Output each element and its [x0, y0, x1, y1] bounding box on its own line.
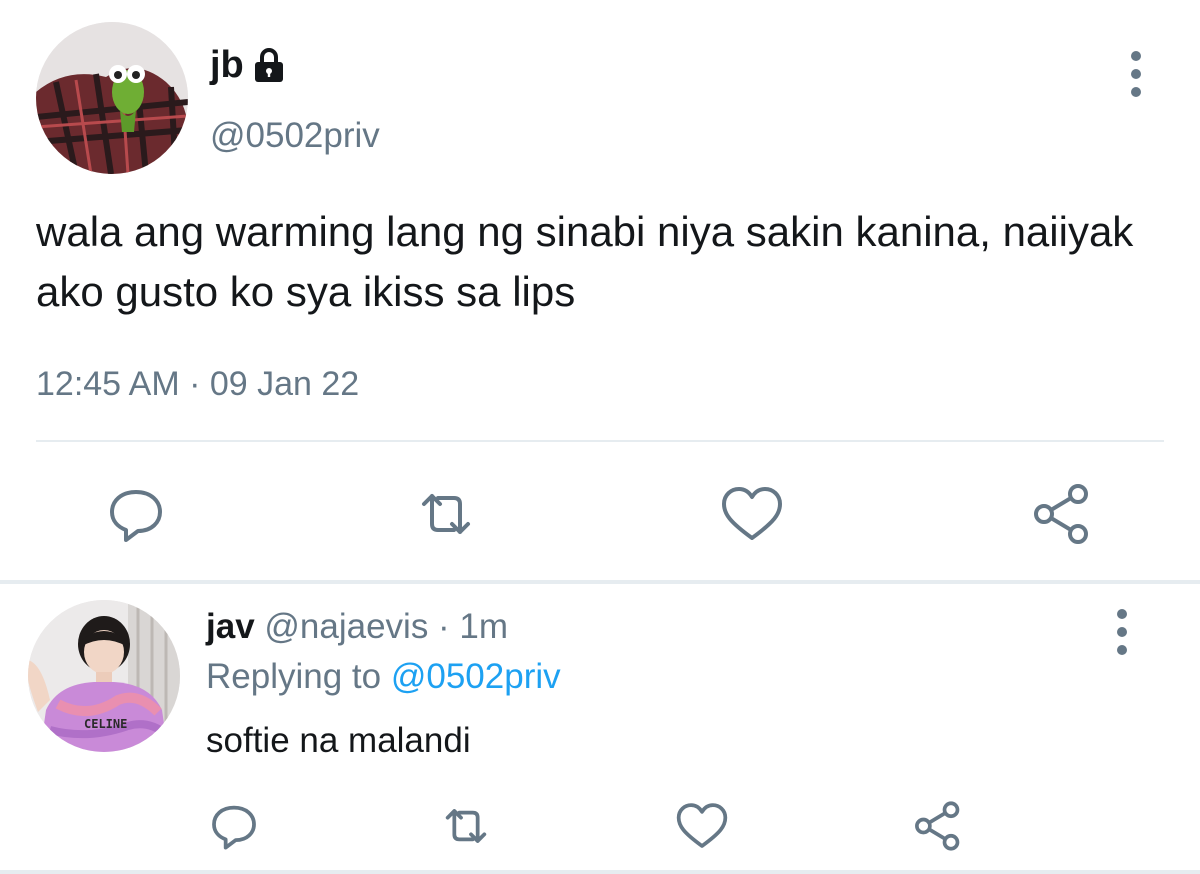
replying-to-handle[interactable]: @0502priv: [391, 657, 561, 696]
reply-reply-icon[interactable]: [206, 798, 262, 854]
divider: [36, 440, 1164, 442]
svg-text:CELINE: CELINE: [84, 717, 127, 731]
reply-more-options-icon[interactable]: [1110, 602, 1134, 662]
reply-author-meta[interactable]: @najaevis · 1m: [264, 607, 508, 646]
reply-header: jav @najaevis · 1m: [206, 602, 508, 652]
tweet-text: wala ang warming lang ng sinabi niya sak…: [36, 208, 1134, 315]
reply-share-icon[interactable]: [910, 798, 966, 854]
reply-text: softie na malandi: [206, 721, 471, 760]
lock-icon: [254, 47, 284, 83]
tweet-separator: [0, 580, 1200, 584]
more-options-icon[interactable]: [1124, 44, 1148, 104]
reply-icon[interactable]: [104, 482, 168, 546]
like-icon[interactable]: [720, 482, 784, 546]
reply-retweet-icon[interactable]: [438, 798, 494, 854]
reply-author-name[interactable]: jav: [206, 607, 255, 646]
bottom-separator: [0, 870, 1200, 874]
replying-to-line: Replying to @0502priv: [206, 652, 561, 702]
avatar-plush-frog-icon: [36, 22, 188, 174]
author-name-row: jb: [210, 40, 284, 90]
author-name[interactable]: jb: [210, 40, 244, 90]
replying-to-prefix: Replying to: [206, 657, 382, 696]
avatar-person-icon: CELINE: [28, 600, 180, 752]
reply-like-icon[interactable]: [674, 798, 730, 854]
share-icon[interactable]: [1030, 482, 1094, 546]
author-avatar[interactable]: [36, 22, 188, 174]
tweet-timestamp[interactable]: 12:45 AM · 09 Jan 22: [36, 360, 359, 408]
reply-author-avatar[interactable]: CELINE: [28, 600, 180, 752]
retweet-icon[interactable]: [414, 482, 478, 546]
author-handle[interactable]: @0502priv: [210, 112, 380, 160]
